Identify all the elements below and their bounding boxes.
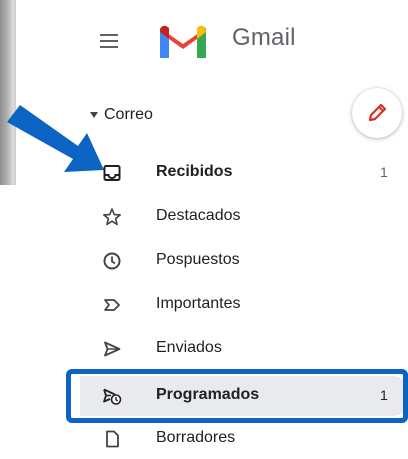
pencil-icon [368,103,387,122]
nav-item-recibidos[interactable]: Recibidos 1 [80,153,408,193]
draft-icon [106,430,119,448]
nav-item-label: Pospuestos [156,251,240,268]
gmail-logo-icon [160,25,206,58]
inbox-icon [103,165,121,181]
nav-item-count: 1 [380,387,388,403]
nav-item-label: Destacados [156,207,241,224]
gmail-logo-text: Gmail [232,24,296,51]
nav-item-label: Importantes [156,295,241,312]
nav-item-label: Recibidos [156,163,233,180]
nav-item-enviados[interactable]: Enviados [80,329,408,369]
nav-item-destacados[interactable]: Destacados [80,197,408,237]
scheduled-icon [103,388,122,405]
nav-item-label: Programados [156,386,260,403]
nav-item-borradores[interactable]: Borradores [80,419,408,459]
nav-item-importantes[interactable]: Importantes [80,285,408,325]
section-label: Correo [104,106,153,123]
nav-item-count: 1 [380,164,388,180]
send-icon [104,341,121,357]
star-icon [102,208,122,226]
important-icon [104,299,120,311]
nav-item-pospuestos[interactable]: Pospuestos [80,241,408,281]
nav-item-label: Enviados [156,339,222,356]
nav-item-label: Borradores [156,429,236,446]
clock-icon [103,252,121,270]
nav-item-programados[interactable]: Programados 1 [80,376,408,416]
compose-button[interactable] [352,88,402,138]
